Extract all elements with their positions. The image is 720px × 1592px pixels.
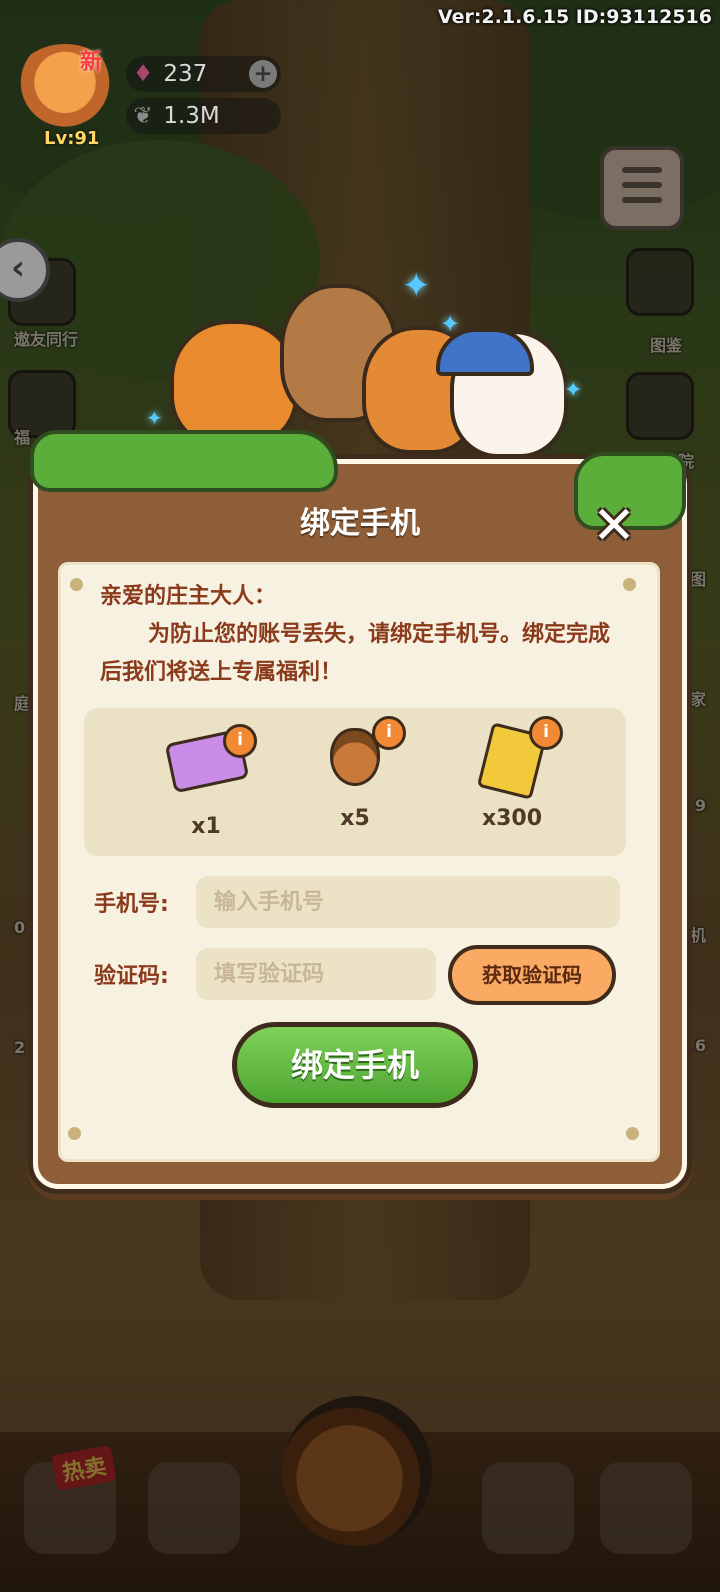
phone-input[interactable] [196, 876, 620, 928]
phone-label: 手机号: [94, 892, 169, 917]
reward-count: x1 [191, 814, 221, 839]
reward-count: x5 [340, 806, 370, 831]
corner-dot [623, 578, 636, 591]
reward-list: i x1 i x5 i x300 [84, 708, 626, 856]
reward-count: x300 [481, 806, 543, 831]
gem-value: 237 [163, 61, 208, 87]
gem-icon: ♦ [132, 61, 154, 87]
bind-phone-button[interactable]: 绑定手机 [232, 1022, 478, 1108]
version-text: Ver:2.1.6.15 ID:93112516 [437, 6, 712, 28]
sparkle-icon: ✦ [146, 406, 163, 430]
bind-message: 亲爱的庄主大人： 为防止您的账号丢失，请绑定手机号。绑定完成后我们将送上专属福利… [100, 578, 620, 692]
close-icon[interactable]: ✕ [588, 500, 640, 552]
sparkle-icon: ✦ [440, 310, 461, 338]
seed-icon: ❦ [133, 103, 153, 129]
gem-counter: ♦ 237 + [126, 56, 281, 92]
verification-code-input[interactable] [196, 948, 436, 1000]
get-code-button[interactable]: 获取验证码 [448, 945, 616, 1005]
add-gems-button[interactable]: + [249, 60, 277, 88]
reward-item[interactable]: i x300 [452, 716, 572, 831]
corner-dot [68, 1127, 81, 1140]
seed-counter: ❦ 1.3M [126, 98, 281, 134]
info-icon[interactable]: i [223, 724, 257, 758]
code-label: 验证码: [94, 964, 169, 989]
fox-character [170, 320, 298, 448]
sparkle-icon: ✦ [564, 378, 583, 403]
seed-value: 1.3M [163, 103, 220, 129]
player-avatar[interactable] [10, 44, 120, 140]
player-level: Lv:91 [44, 128, 100, 149]
info-icon[interactable]: i [372, 716, 406, 750]
sparkle-icon: ✦ [402, 266, 431, 306]
message-text: 为防止您的账号丢失，请绑定手机号。绑定完成后我们将送上专属福利！ [100, 622, 611, 685]
corner-dot [626, 1127, 639, 1140]
grass-decoration [30, 430, 338, 492]
info-icon[interactable]: i [529, 716, 563, 750]
reward-item[interactable]: i x5 [295, 716, 415, 831]
reward-item[interactable]: i x1 [146, 724, 266, 839]
greeting-text: 亲爱的庄主大人： [100, 584, 277, 609]
menu-button[interactable] [600, 146, 684, 230]
corner-dot [70, 578, 83, 591]
new-badge: 新 [80, 50, 103, 75]
